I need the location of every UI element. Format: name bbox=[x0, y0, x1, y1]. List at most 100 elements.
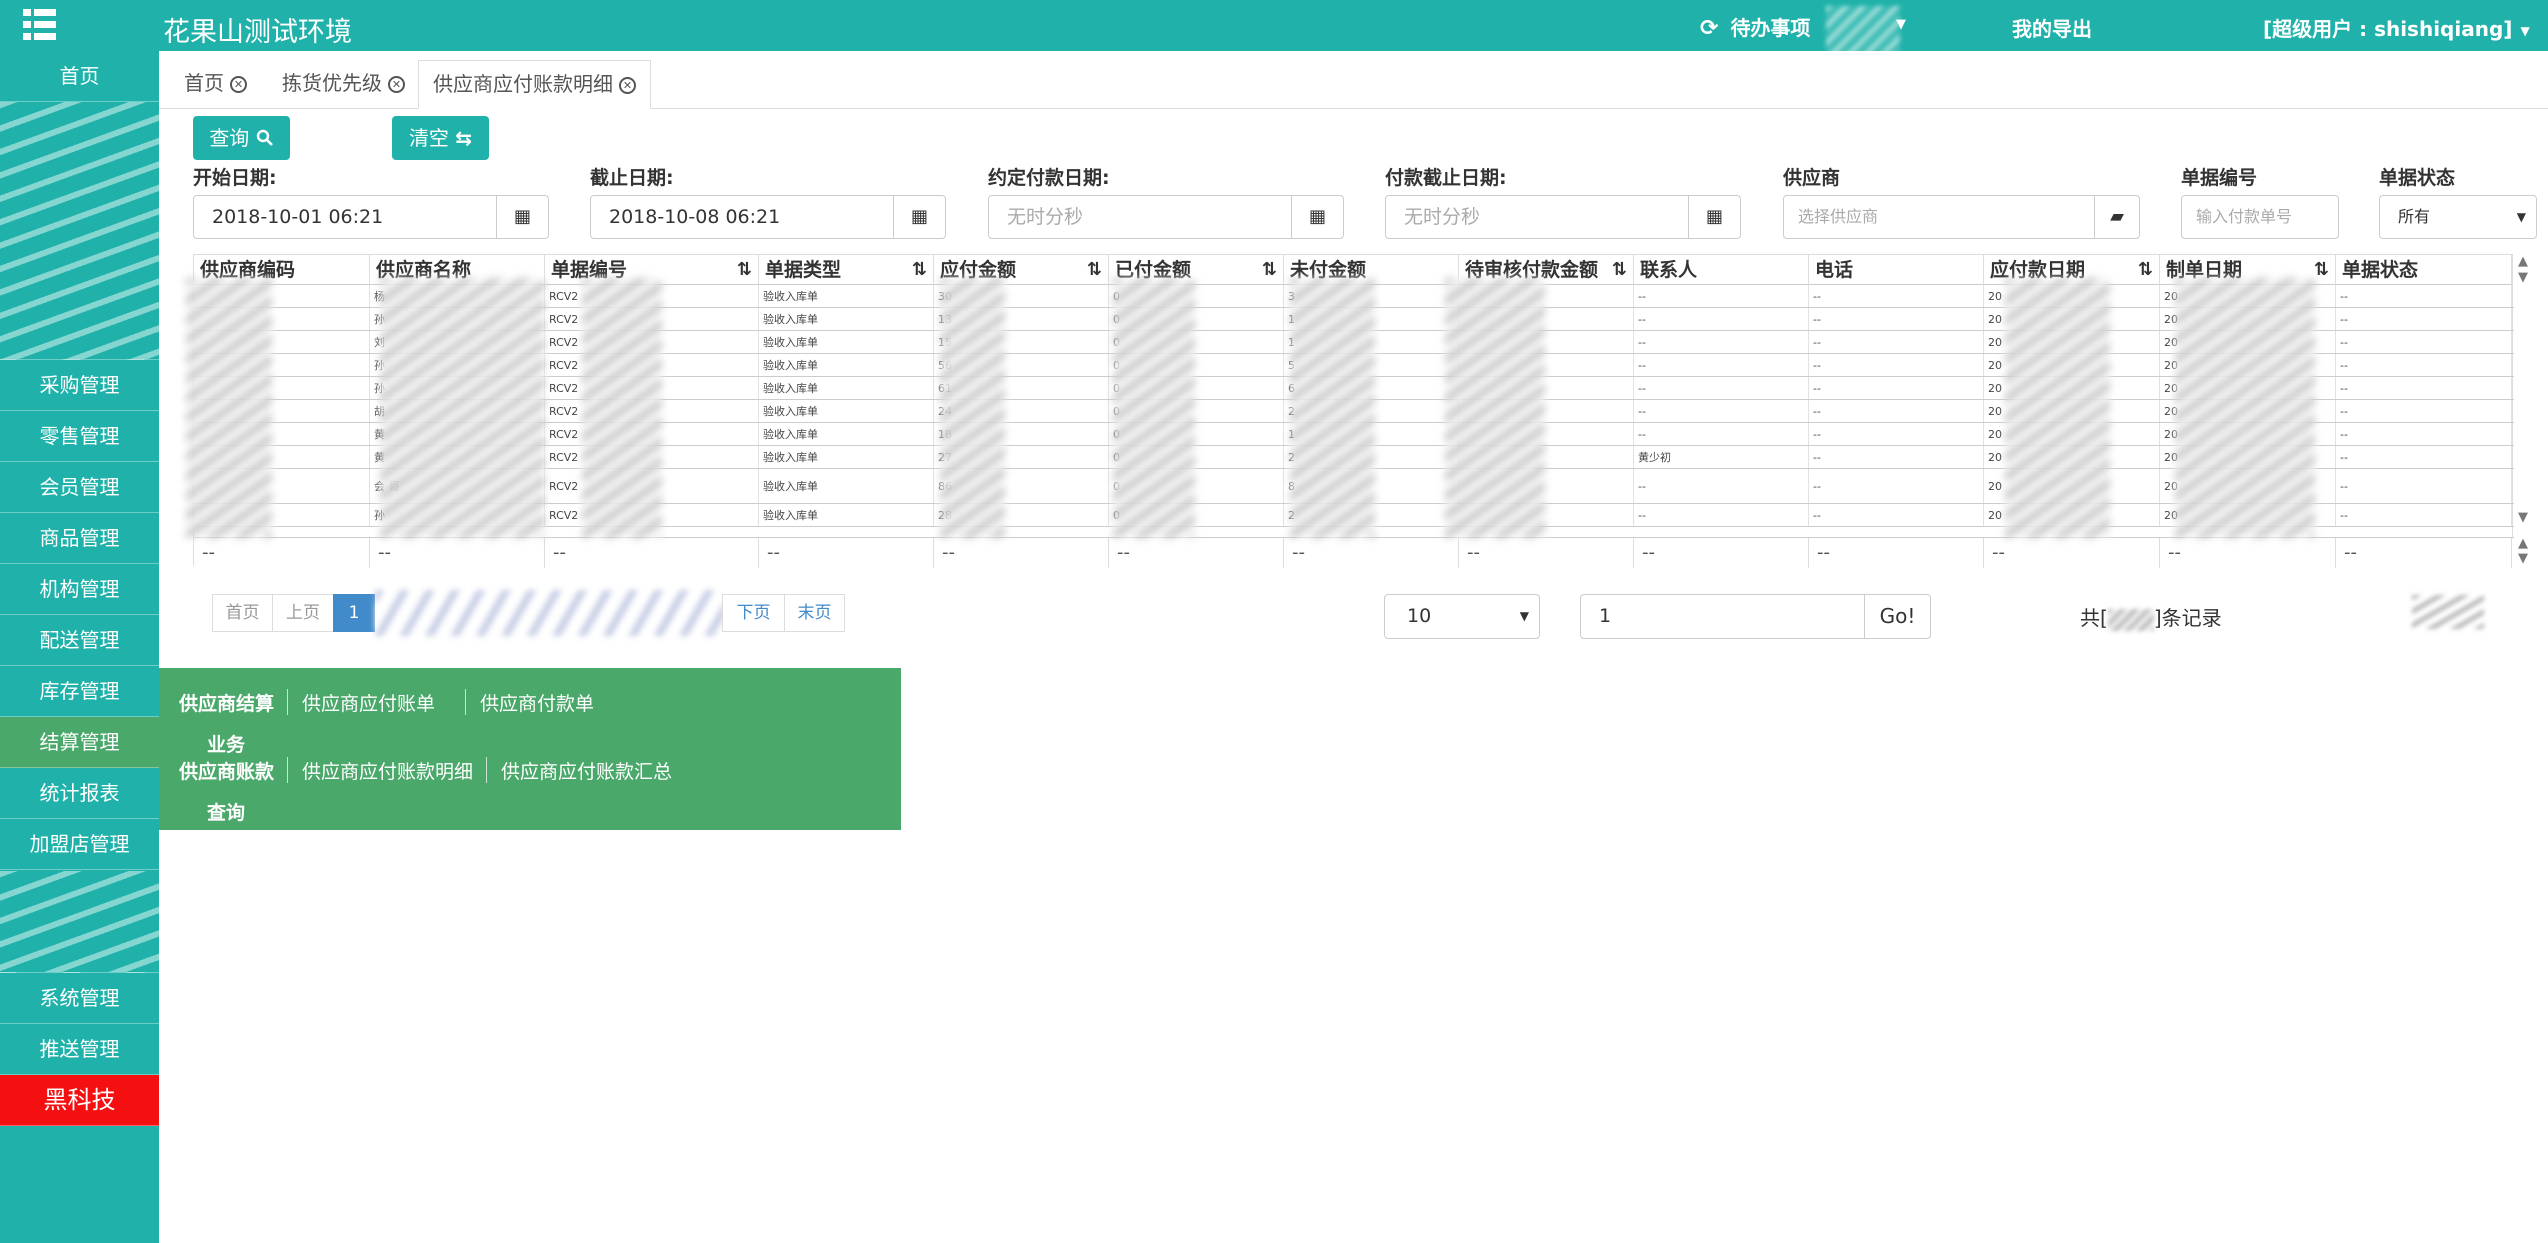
todo-label: 待办事项 bbox=[1730, 16, 1811, 40]
sidebar-item-member[interactable]: 会员管理 bbox=[0, 462, 159, 513]
table-cell: 18 bbox=[934, 423, 1109, 445]
page-size-select[interactable]: 10 ▼ bbox=[1384, 594, 1540, 639]
page-next-button[interactable]: 下页 bbox=[722, 594, 785, 632]
close-icon[interactable]: ✕ bbox=[388, 76, 405, 93]
table-cell: 0 bbox=[1109, 504, 1284, 526]
sort-icon[interactable]: ⇅ bbox=[2314, 255, 2329, 285]
calendar-icon[interactable]: ▦ bbox=[893, 195, 946, 239]
scroll-down-icon[interactable]: ▼ bbox=[2512, 510, 2534, 525]
table-cell: 24 bbox=[934, 400, 1109, 422]
column-header[interactable]: 应付金额 ⇅ bbox=[934, 255, 1109, 285]
column-header-label: 应付款日期 bbox=[1990, 259, 2086, 281]
column-header[interactable]: 单据类型 ⇅ bbox=[759, 255, 934, 285]
table-row[interactable]: 会 哥 RCV2 验收入库单 86 0 8 -- -- 20 20 -- bbox=[194, 469, 2514, 504]
submenu-link-supplier-payment[interactable]: 供应商付款单 bbox=[462, 689, 594, 716]
table-row[interactable]: 孙 RCV2 验收入库单 13 0 1 -- -- 20 20 -- bbox=[194, 308, 2514, 331]
column-header[interactable]: 未付金额 bbox=[1284, 255, 1459, 285]
column-header[interactable]: 联系人 bbox=[1634, 255, 1809, 285]
scroll-down-icon[interactable]: ▼ bbox=[2512, 270, 2534, 285]
sort-icon[interactable]: ⇅ bbox=[1087, 255, 1102, 285]
sort-icon[interactable]: ⇅ bbox=[1262, 255, 1277, 285]
table-cell: -- bbox=[1634, 423, 1809, 445]
column-header[interactable]: 供应商编码 bbox=[194, 255, 370, 285]
sidebar-item-stock[interactable]: 库存管理 bbox=[0, 666, 159, 717]
end-date-input[interactable]: 2018-10-08 06:21 bbox=[590, 195, 894, 239]
doc-status-select[interactable]: 所有 ▼ bbox=[2379, 195, 2537, 239]
goto-page-input[interactable]: 1 bbox=[1580, 594, 1865, 639]
table-cell bbox=[194, 423, 370, 445]
table-cell bbox=[1459, 469, 1634, 503]
calendar-icon[interactable]: ▦ bbox=[1291, 195, 1344, 239]
calendar-icon[interactable]: ▦ bbox=[496, 195, 549, 239]
doc-no-input[interactable]: 输入付款单号 bbox=[2181, 195, 2339, 239]
caret-down-icon[interactable]: ▼ bbox=[1896, 17, 1906, 32]
scroll-down-icon[interactable]: ▼ bbox=[2512, 551, 2534, 566]
table-cell: 0 bbox=[1109, 285, 1284, 307]
table-row[interactable]: 孙 RCV2 验收入库单 61 0 6 -- -- 20 20 -- bbox=[194, 377, 2514, 400]
redacted-extra-info bbox=[2412, 595, 2484, 629]
todo-menu[interactable]: ⟳ 待办事项 bbox=[1700, 12, 1810, 41]
table-row[interactable]: 刘 RCV2 验收入库单 15 0 1 -- -- 20 20 -- bbox=[194, 331, 2514, 354]
query-button[interactable]: 查询 bbox=[193, 116, 290, 160]
submenu-link-payable-detail[interactable]: 供应商应付账款明细 bbox=[302, 757, 473, 784]
submenu-link-supplier-bill[interactable]: 供应商应付账单 bbox=[302, 689, 435, 716]
sort-icon[interactable]: ⇅ bbox=[737, 255, 752, 285]
table-cell: 3 bbox=[1284, 285, 1459, 307]
sidebar-item-purchase[interactable]: 采购管理 bbox=[0, 360, 159, 411]
agreed-pay-date-input[interactable]: 无时分秒 bbox=[988, 195, 1292, 239]
sidebar-item-push[interactable]: 推送管理 bbox=[0, 1024, 159, 1075]
go-button[interactable]: Go! bbox=[1864, 594, 1931, 639]
page-current-button[interactable]: 1 bbox=[333, 594, 375, 632]
page-first-button[interactable]: 首页 bbox=[212, 594, 273, 632]
pay-deadline-input[interactable]: 无时分秒 bbox=[1385, 195, 1689, 239]
tab-picking-priority[interactable]: 拣货优先级 ✕ bbox=[268, 60, 419, 109]
table-row[interactable]: 黄 RCV2 验收入库单 18 0 1 -- -- 20 20 -- bbox=[194, 423, 2514, 446]
sort-icon[interactable]: ⇅ bbox=[912, 255, 927, 285]
column-header[interactable]: 待审核付款金额 ⇅ bbox=[1459, 255, 1634, 285]
sidebar-item-delivery[interactable]: 配送管理 bbox=[0, 615, 159, 666]
close-icon[interactable]: ✕ bbox=[230, 76, 247, 93]
tab-supplier-payable-detail[interactable]: 供应商应付账款明细 ✕ bbox=[418, 60, 651, 109]
calendar-icon[interactable]: ▦ bbox=[1688, 195, 1741, 239]
submenu-group-title: 查询 bbox=[207, 802, 246, 824]
footer-cell: -- bbox=[545, 538, 759, 568]
sidebar-item-home[interactable]: 首页 bbox=[0, 51, 159, 102]
my-export-link[interactable]: 我的导出 bbox=[2012, 13, 2092, 42]
supplier-input[interactable]: 选择供应商 bbox=[1783, 195, 2095, 239]
clear-button[interactable]: 清空 ⇆ bbox=[392, 116, 489, 160]
sidebar-item-system[interactable]: 系统管理 bbox=[0, 973, 159, 1024]
page-last-button[interactable]: 末页 bbox=[784, 594, 845, 632]
tab-home[interactable]: 首页 ✕ bbox=[170, 60, 261, 109]
close-icon[interactable]: ✕ bbox=[619, 77, 636, 94]
table-row[interactable]: 杨 RCV2 验收入库单 30 0 3 -- -- 20 20 -- bbox=[194, 285, 2514, 308]
folder-open-icon[interactable]: ▰ bbox=[2094, 195, 2140, 239]
column-header[interactable]: 应付款日期 ⇅ bbox=[1984, 255, 2160, 285]
sidebar-item-blacktech[interactable]: 黑科技 bbox=[0, 1075, 159, 1126]
sort-icon[interactable]: ⇅ bbox=[2138, 255, 2153, 285]
column-header[interactable]: 单据状态 bbox=[2336, 255, 2512, 285]
sort-icon[interactable]: ⇅ bbox=[1612, 255, 1627, 285]
column-header[interactable]: 电话 bbox=[1809, 255, 1984, 285]
table-row[interactable]: 孙 RCV2 验收入库单 28 0 2 -- -- 20 20 -- bbox=[194, 504, 2514, 527]
user-menu[interactable]: [超级用户 : shishiqiang] ▼ bbox=[2263, 13, 2530, 42]
submenu-link-payable-summary[interactable]: 供应商应付账款汇总 bbox=[501, 757, 672, 784]
menu-grid-icon[interactable] bbox=[23, 9, 56, 40]
start-date-input[interactable]: 2018-10-01 06:21 bbox=[193, 195, 497, 239]
column-header[interactable]: 制单日期 ⇅ bbox=[2160, 255, 2336, 285]
column-header[interactable]: 已付金额 ⇅ bbox=[1109, 255, 1284, 285]
sidebar-item-goods[interactable]: 商品管理 bbox=[0, 513, 159, 564]
sidebar-item-report[interactable]: 统计报表 bbox=[0, 768, 159, 819]
sidebar-item-org[interactable]: 机构管理 bbox=[0, 564, 159, 615]
sidebar-item-franchise[interactable]: 加盟店管理 bbox=[0, 819, 159, 870]
table-cell: -- bbox=[2336, 423, 2512, 445]
column-header[interactable]: 供应商名称 bbox=[370, 255, 545, 285]
table-row[interactable]: 孙 RCV2 验收入库单 56 0 5 -- -- 20 20 -- bbox=[194, 354, 2514, 377]
table-row[interactable]: 胡 RCV2 验收入库单 24 0 2 -- -- 20 20 -- bbox=[194, 400, 2514, 423]
table-row[interactable]: 黄 RCV2 验收入库单 27 0 2 黄少初 -- 20 20 -- bbox=[194, 446, 2514, 469]
sidebar-item-settle[interactable]: 结算管理 bbox=[0, 717, 159, 768]
page-prev-button[interactable]: 上页 bbox=[272, 594, 334, 632]
sidebar-item-retail[interactable]: 零售管理 bbox=[0, 411, 159, 462]
column-header[interactable]: 单据编号 ⇅ bbox=[545, 255, 759, 285]
scroll-up-icon[interactable]: ▲ bbox=[2512, 254, 2534, 269]
scroll-up-icon[interactable]: ▲ bbox=[2512, 536, 2534, 551]
